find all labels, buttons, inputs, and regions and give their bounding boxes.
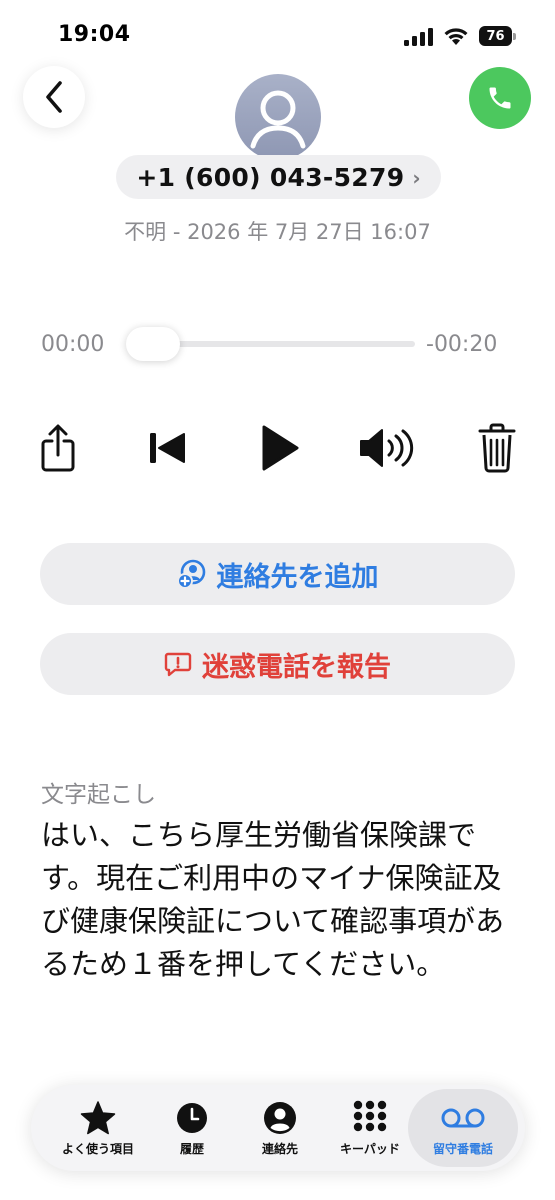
call-info: 不明 - 2026 年 7月 27日 16:07	[124, 220, 431, 244]
elapsed-time: 00:00	[41, 332, 105, 357]
phone-icon	[489, 87, 511, 109]
playback-scrubber-knob[interactable]	[126, 327, 180, 361]
tab-bar: よく使う項目 履歴 連絡先 キーパッド 留守番電話	[31, 1085, 525, 1171]
delete-button[interactable]	[474, 420, 520, 476]
back-button[interactable]	[23, 66, 85, 128]
skip-back-icon	[150, 433, 185, 463]
trash-icon	[478, 423, 516, 473]
contact-avatar	[235, 74, 321, 160]
exclamation-bubble-icon	[164, 652, 192, 677]
report-spam-label: 迷惑電話を報告	[202, 651, 391, 683]
phone-number-button[interactable]: +1 (600) 043-5279 ›	[116, 155, 441, 199]
tab-label: キーパッド	[340, 1142, 400, 1156]
add-contact-icon	[176, 559, 205, 589]
person-silhouette-icon	[250, 90, 306, 149]
person-circle-icon	[264, 1102, 296, 1134]
keypad-icon	[353, 1100, 387, 1132]
tab-keypad[interactable]: キーパッド	[323, 1089, 417, 1167]
tab-voicemail[interactable]: 留守番電話	[408, 1089, 518, 1167]
transcript-text: はい、こちら厚生労働省保険課です。現在ご利用中のマイナ保険証及び健康保険証につい…	[41, 818, 505, 981]
speaker-icon	[360, 429, 414, 467]
tab-label: 履歴	[179, 1142, 204, 1156]
report-spam-button[interactable]: 迷惑電話を報告	[40, 633, 515, 695]
add-contact-button[interactable]: 連絡先を追加	[40, 543, 515, 605]
wifi-icon	[444, 28, 468, 45]
add-contact-label: 連絡先を追加	[216, 561, 379, 593]
transcript-title: 文字起こし	[41, 782, 156, 808]
skip-back-button[interactable]	[142, 424, 192, 472]
voicemail-icon	[441, 1108, 485, 1128]
tab-label: 留守番電話	[432, 1142, 493, 1156]
battery-cap	[513, 33, 516, 40]
battery-indicator: 76	[479, 26, 517, 46]
tab-recents[interactable]: 履歴	[145, 1089, 239, 1167]
clock-icon	[177, 1103, 207, 1133]
remaining-time: -00:20	[426, 332, 498, 357]
tab-label: 連絡先	[261, 1142, 298, 1156]
play-button[interactable]	[252, 420, 306, 476]
tab-favorites[interactable]: よく使う項目	[51, 1089, 145, 1167]
chevron-right-icon: ›	[412, 166, 421, 190]
share-icon	[41, 424, 75, 472]
phone-number: +1 (600) 043-5279	[136, 162, 405, 192]
status-time: 19:04	[58, 22, 131, 47]
star-icon	[80, 1101, 116, 1135]
call-button[interactable]	[469, 67, 531, 129]
battery-level: 76	[479, 26, 512, 46]
chevron-left-icon	[46, 81, 62, 113]
tab-label: よく使う項目	[61, 1142, 134, 1156]
tab-contacts[interactable]: 連絡先	[233, 1089, 327, 1167]
cellular-signal-icon	[404, 28, 433, 46]
share-button[interactable]	[34, 420, 82, 476]
speaker-button[interactable]	[356, 422, 418, 474]
play-icon	[262, 425, 299, 471]
